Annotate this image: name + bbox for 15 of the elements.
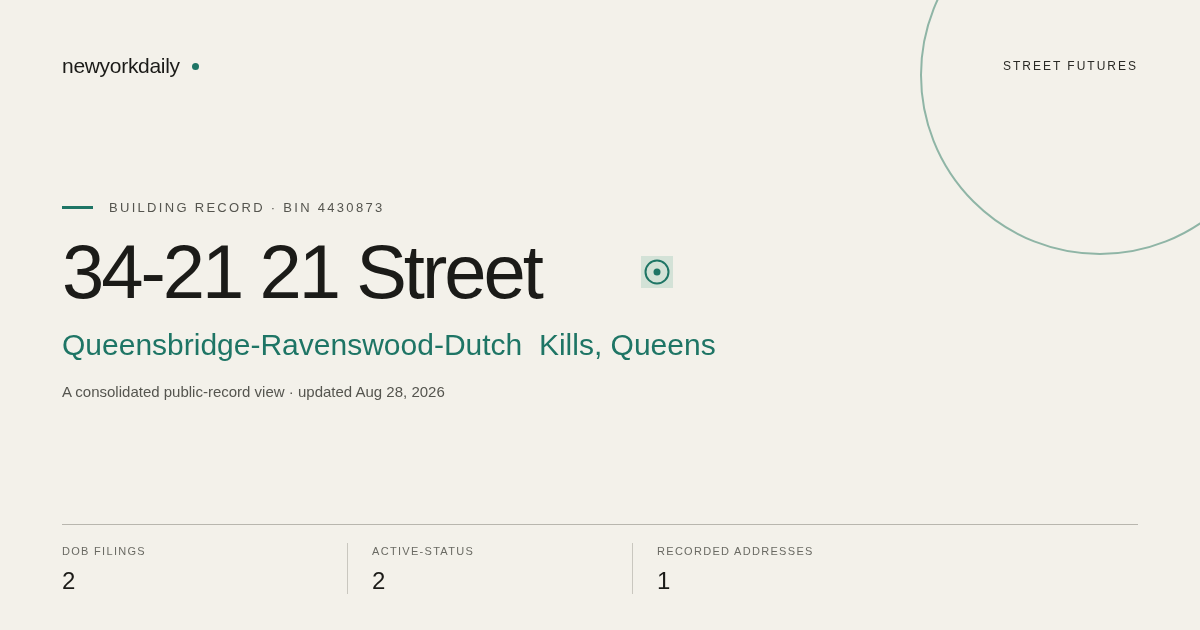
stat-label: DOB FILINGS	[62, 544, 147, 559]
description-text: A consolidated public-record view · updated Aug 28, 2026	[62, 381, 446, 402]
stat-label: RECORDED ADDRESSES	[657, 544, 815, 559]
target-icon[interactable]	[640, 255, 673, 288]
neighborhood-subtitle: Queensbridge-Ravenswood-Dutch Kills, Queens	[62, 327, 717, 361]
eyebrow-text: BUILDING RECORD · BIN 4430873	[109, 199, 385, 217]
address-title: 34-21 21 Street	[62, 233, 541, 310]
stat-value: 2	[372, 567, 387, 594]
stat-value: 2	[62, 567, 77, 594]
section-label: STREET FUTURES	[1002, 58, 1138, 75]
dot-icon	[191, 62, 199, 70]
logo-text[interactable]: newyorkdaily	[62, 50, 180, 82]
accent-line	[62, 206, 93, 210]
stat-value: 1	[657, 567, 672, 594]
stat-label: ACTIVE-STATUS	[372, 544, 476, 559]
